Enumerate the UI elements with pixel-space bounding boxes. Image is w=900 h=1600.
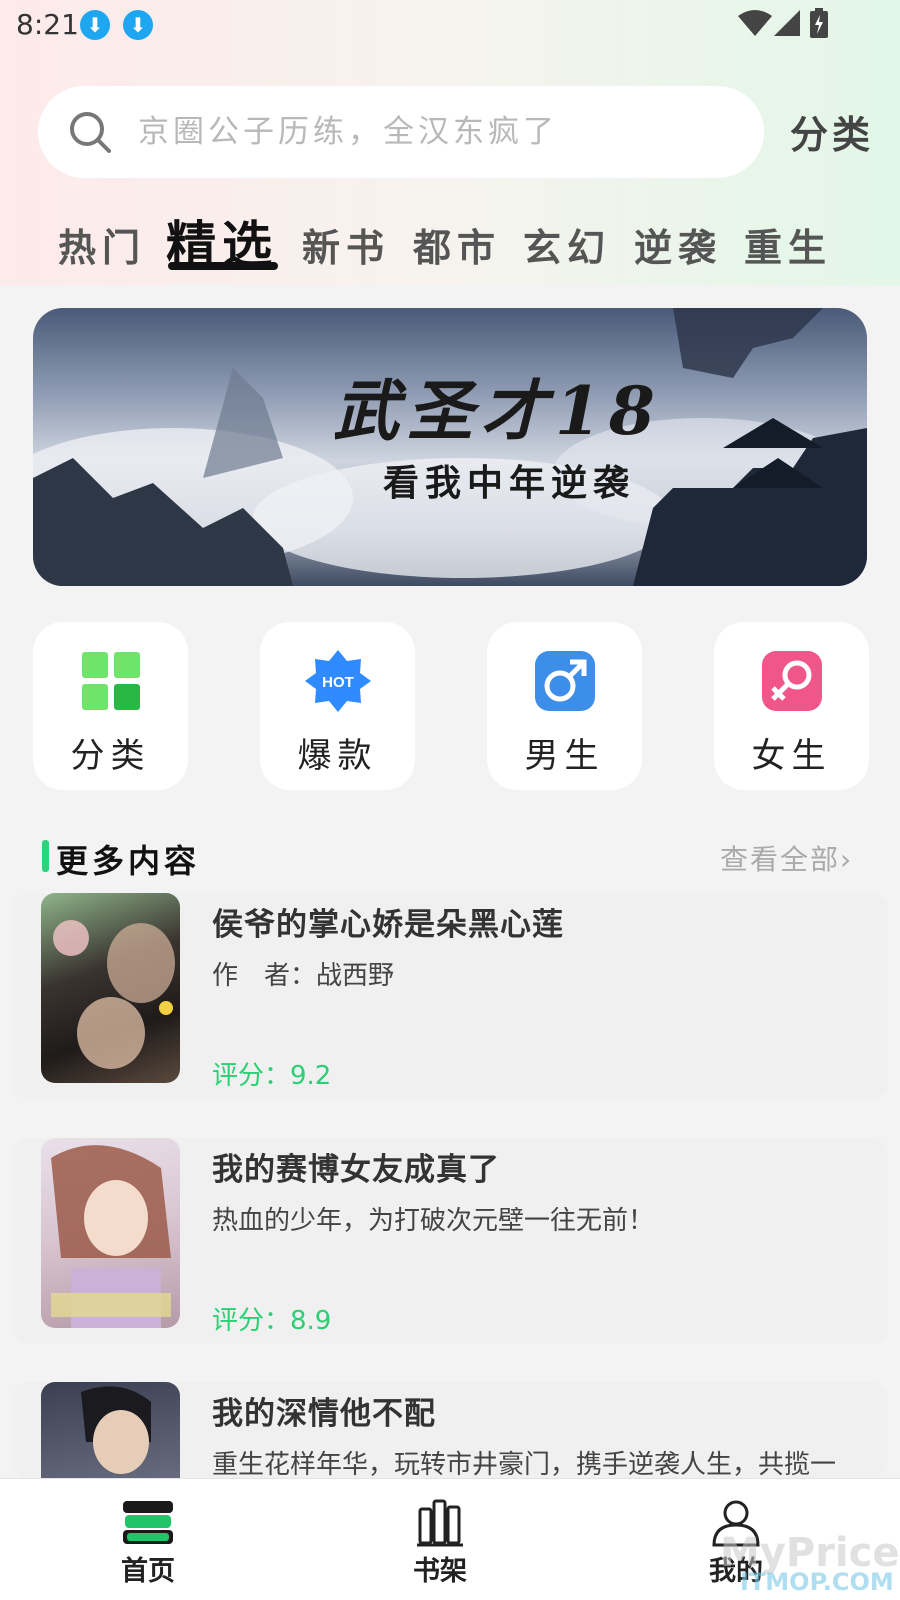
book-cover bbox=[41, 1138, 180, 1328]
quick-entry-male[interactable]: 男生 bbox=[487, 622, 642, 790]
watermark-url: ITMOP.COM bbox=[740, 1568, 894, 1596]
grid-icon bbox=[82, 652, 140, 710]
nav-label: 书架 bbox=[413, 1556, 467, 1587]
promo-banner[interactable]: 武圣才18 看我中年逆袭 bbox=[33, 308, 867, 586]
status-time: 8:21 bbox=[16, 8, 79, 41]
quick-entry-category[interactable]: 分类 bbox=[33, 622, 188, 790]
book-cover bbox=[41, 1382, 180, 1478]
quick-entry-label: 分类 bbox=[70, 736, 151, 776]
hot-icon: HOT bbox=[305, 650, 371, 712]
nav-home[interactable]: 首页 bbox=[88, 1499, 208, 1595]
battery-icon bbox=[810, 8, 828, 38]
banner-title: 武圣才18 bbox=[333, 372, 663, 450]
male-icon bbox=[535, 651, 595, 711]
bookshelf-icon bbox=[417, 1499, 463, 1547]
wifi-icon bbox=[738, 10, 772, 36]
book-card[interactable]: 我的赛博女友成真了 热血的少年，为打破次元壁一往无前！ 评分：8.9 bbox=[12, 1138, 888, 1344]
quick-entry-female[interactable]: 女生 bbox=[714, 622, 869, 790]
tab-fantasy[interactable]: 玄幻 bbox=[523, 217, 611, 272]
hot-badge-text: HOT bbox=[322, 674, 354, 691]
book-card[interactable]: 我的深情他不配 重生花样年华，玩转市井豪门，携手逆袭人生，共揽一 bbox=[12, 1382, 888, 1478]
view-all-label: 查看全部 bbox=[720, 843, 841, 876]
download-icon: ⬇ bbox=[123, 10, 153, 40]
chevron-right-icon: › bbox=[840, 843, 854, 876]
nav-label: 首页 bbox=[121, 1556, 175, 1587]
book-card[interactable]: 侯爷的掌心娇是朵黑心莲 作 者：战西野 评分：9.2 bbox=[12, 893, 888, 1099]
category-link[interactable]: 分类 bbox=[790, 104, 874, 159]
book-score: 评分：9.2 bbox=[212, 1061, 332, 1091]
view-all-link[interactable]: 查看全部› bbox=[720, 838, 853, 878]
tab-urban[interactable]: 都市 bbox=[413, 217, 501, 272]
download-icon: ⬇ bbox=[80, 10, 110, 40]
home-book-icon bbox=[123, 1501, 173, 1544]
search-icon bbox=[70, 112, 111, 153]
status-bar: 8:21 ⬇ ⬇ bbox=[0, 0, 900, 48]
quick-entry-label: 男生 bbox=[524, 736, 605, 776]
nav-bookshelf[interactable]: 书架 bbox=[380, 1499, 500, 1595]
tab-hot[interactable]: 热门 bbox=[58, 217, 146, 272]
banner-subtitle: 看我中年逆袭 bbox=[383, 463, 636, 504]
search-bar[interactable] bbox=[38, 86, 764, 178]
tab-new-books[interactable]: 新书 bbox=[302, 217, 390, 272]
section-accent-bar bbox=[42, 840, 49, 872]
tab-comeback[interactable]: 逆袭 bbox=[634, 217, 722, 272]
book-title: 侯爷的掌心娇是朵黑心莲 bbox=[212, 907, 564, 943]
book-author: 作 者：战西野 bbox=[212, 961, 395, 991]
book-title: 我的赛博女友成真了 bbox=[212, 1152, 500, 1188]
book-description: 热血的少年，为打破次元壁一往无前！ bbox=[212, 1206, 655, 1236]
book-description: 重生花样年华，玩转市井豪门，携手逆袭人生，共揽一 bbox=[212, 1450, 837, 1478]
quick-entry-label: 爆款 bbox=[297, 736, 378, 776]
book-cover bbox=[41, 893, 180, 1083]
book-title: 我的深情他不配 bbox=[212, 1396, 436, 1432]
tab-bar: 热门 精选 新书 都市 玄幻 逆袭 重生 bbox=[0, 205, 900, 285]
female-icon bbox=[762, 651, 822, 711]
quick-entry-label: 女生 bbox=[751, 736, 832, 776]
section-title: 更多内容 bbox=[56, 842, 201, 880]
tab-rebirth[interactable]: 重生 bbox=[744, 217, 832, 272]
search-input[interactable] bbox=[138, 108, 738, 156]
cellular-signal-icon bbox=[774, 10, 800, 36]
quick-entry-hot[interactable]: HOT 爆款 bbox=[260, 622, 415, 790]
tab-active-indicator bbox=[168, 262, 278, 270]
book-score: 评分：8.9 bbox=[212, 1306, 332, 1336]
